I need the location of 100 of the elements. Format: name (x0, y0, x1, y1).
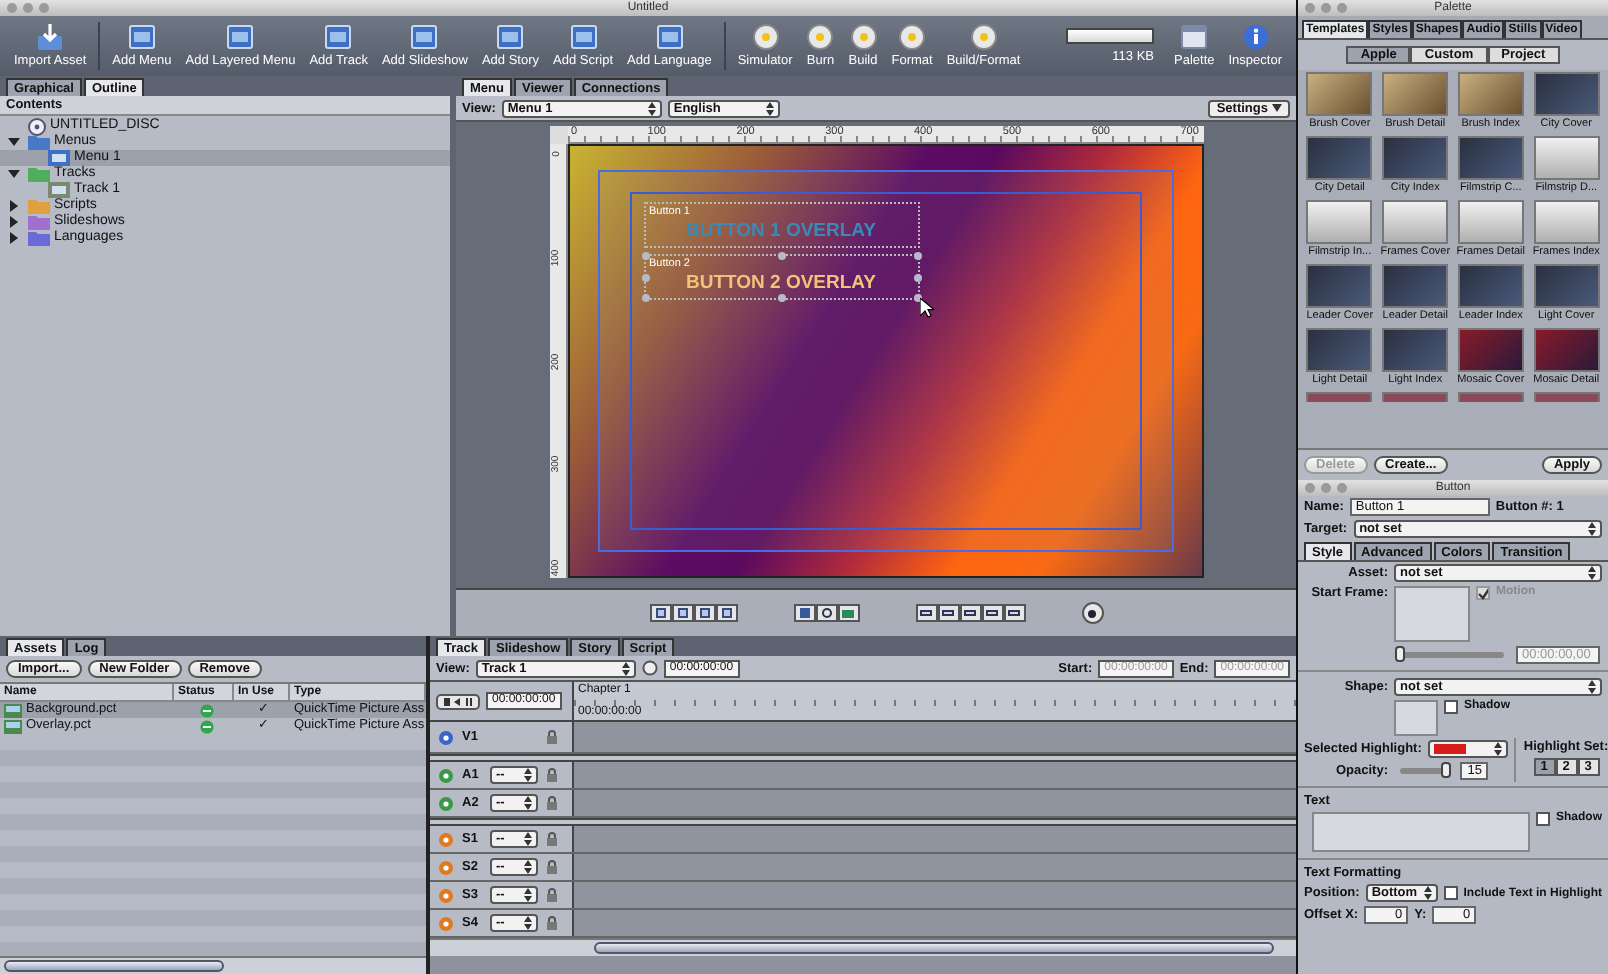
stepper-arrows-icon (524, 916, 532, 930)
disc-icon (898, 24, 927, 50)
template-thumbnail (1306, 328, 1373, 372)
text-field[interactable] (1312, 812, 1530, 852)
template-thumbnail (1382, 136, 1449, 180)
template-thumbnail (1382, 200, 1449, 244)
stepper-arrows-icon (524, 860, 532, 874)
stepper-arrows-icon (647, 101, 656, 115)
guide-button[interactable] (915, 604, 937, 622)
template-thumbnail (1382, 264, 1449, 308)
arrange-button[interactable] (693, 604, 715, 622)
disclosure-triangle-icon[interactable] (8, 168, 20, 180)
caret-icon (1272, 104, 1282, 112)
stepper-arrows-icon (1588, 680, 1596, 694)
slider-thumb[interactable] (1440, 762, 1451, 778)
menu-icon (48, 150, 70, 166)
horizontal-scrollbar[interactable] (430, 938, 1296, 956)
template-thumbnail (1533, 136, 1600, 180)
template-thumbnail (1306, 72, 1373, 116)
disc-icon (806, 24, 835, 50)
lock-icon[interactable] (546, 768, 558, 782)
template-thumbnail (1533, 264, 1600, 308)
stepper-arrows-icon (1588, 566, 1596, 580)
stepper-arrows-icon (524, 832, 532, 846)
template-thumbnail (1306, 392, 1373, 402)
stepper-arrows-icon (621, 661, 630, 675)
disc-icon (751, 24, 780, 50)
lock-icon[interactable] (546, 796, 558, 810)
checkbox[interactable] (1444, 700, 1458, 714)
template-thumbnail (1457, 136, 1524, 180)
template-thumbnail (1382, 328, 1449, 372)
lock-icon[interactable] (546, 860, 558, 874)
stepper-arrows-icon (1423, 886, 1432, 900)
window-icon (127, 24, 156, 50)
template-thumbnail (1533, 200, 1600, 244)
template-thumbnail (1533, 328, 1600, 372)
tray-arrow-icon (36, 24, 65, 50)
resize-handle[interactable] (913, 252, 921, 260)
template-thumbnail (1457, 72, 1524, 116)
disclosure-triangle-icon[interactable] (8, 136, 20, 148)
template-thumbnail (1382, 392, 1449, 402)
arrange-button[interactable] (715, 604, 737, 622)
overlay-button[interactable] (793, 604, 815, 622)
resize-handle[interactable] (641, 273, 649, 281)
guide-button[interactable] (937, 604, 959, 622)
resize-handle[interactable] (641, 294, 649, 302)
template-thumbnail (1457, 200, 1524, 244)
stepper-arrows-icon (524, 796, 532, 810)
film-icon (48, 182, 70, 198)
guide-button[interactable] (1003, 604, 1025, 622)
disclosure-triangle-icon[interactable] (8, 200, 20, 212)
template-thumbnail (1306, 264, 1373, 308)
track-enable-icon[interactable] (438, 729, 454, 745)
window-icon (410, 24, 439, 50)
arrange-button[interactable] (671, 604, 693, 622)
button-overlay-text: BUTTON 1 OVERLAY (683, 220, 879, 242)
arrange-button[interactable] (649, 604, 671, 622)
template-thumbnail (1533, 392, 1600, 402)
stepper-arrows-icon (765, 101, 774, 115)
template-thumbnail (1533, 72, 1600, 116)
resize-handle[interactable] (777, 252, 785, 260)
stepper-arrows-icon (1588, 522, 1596, 536)
template-thumbnail (1457, 328, 1524, 372)
lock-icon[interactable] (546, 916, 558, 930)
button-overlay-text: BUTTON 2 OVERLAY (683, 272, 879, 294)
window-icon (324, 24, 353, 50)
template-thumbnail (1382, 72, 1449, 116)
playback-controls-icon[interactable] (436, 693, 480, 709)
pointer-icon (919, 298, 933, 318)
color-dropdown[interactable] (1427, 740, 1508, 758)
window-icon (655, 24, 684, 50)
checkbox[interactable] (1535, 812, 1550, 826)
stepper-arrows-icon (524, 768, 532, 782)
template-thumbnail (1457, 392, 1524, 402)
guide-button[interactable] (959, 604, 981, 622)
disc-icon (849, 24, 878, 50)
preview-button[interactable] (837, 604, 859, 622)
disc-icon (28, 117, 46, 135)
guide-button[interactable] (981, 604, 1003, 622)
resize-handle[interactable] (777, 294, 785, 302)
refresh-button[interactable] (815, 604, 837, 622)
slider-track[interactable] (1400, 652, 1504, 658)
lock-icon[interactable] (546, 730, 558, 744)
lock-icon[interactable] (546, 832, 558, 846)
checkbox[interactable] (1443, 886, 1458, 900)
window-icon (569, 24, 598, 50)
horizontal-scrollbar[interactable] (0, 956, 426, 974)
meter-bar (1066, 28, 1154, 44)
window-icon (226, 24, 255, 50)
disclosure-triangle-icon[interactable] (8, 232, 20, 244)
resize-handle[interactable] (641, 252, 649, 260)
disclosure-triangle-icon[interactable] (8, 216, 20, 228)
info-icon (1241, 24, 1270, 50)
slider-thumb[interactable] (1395, 646, 1405, 662)
lock-icon[interactable] (546, 888, 558, 902)
template-thumbnail (1306, 136, 1373, 180)
simulator-button[interactable] (1081, 602, 1103, 624)
resize-handle[interactable] (913, 273, 921, 281)
window-icon (496, 24, 525, 50)
slider-track[interactable] (1400, 768, 1448, 774)
